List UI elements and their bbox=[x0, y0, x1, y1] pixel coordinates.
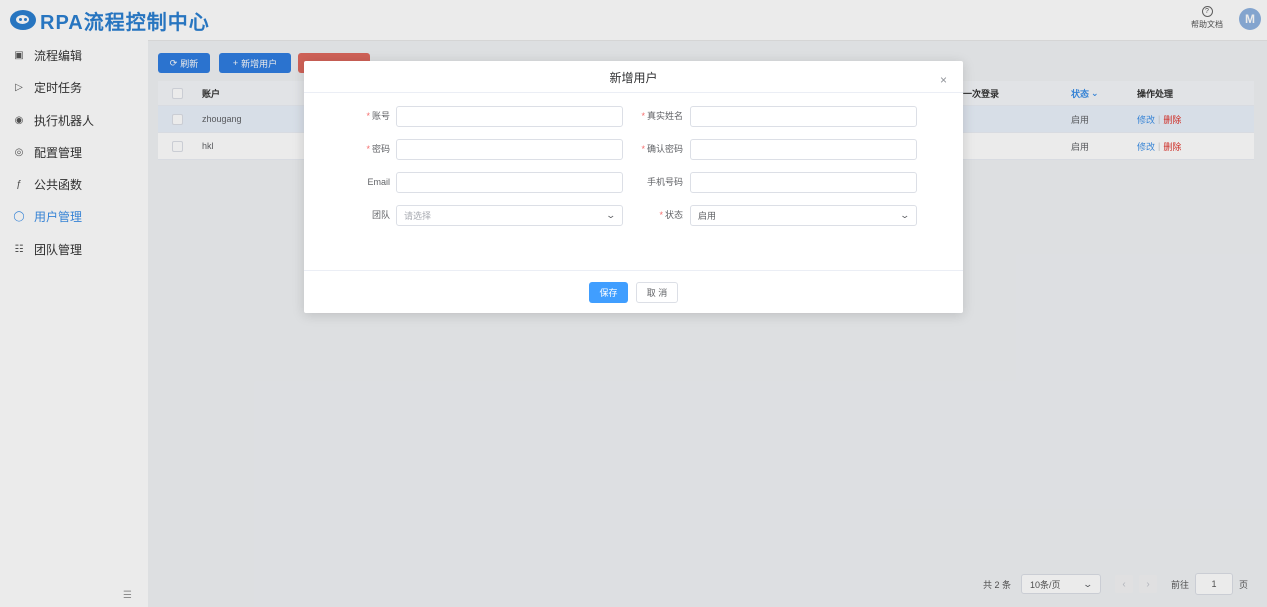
account-label: * 账号 bbox=[366, 111, 390, 121]
phone-field[interactable] bbox=[690, 172, 917, 193]
chevron-down-icon: ⌄ bbox=[899, 210, 911, 220]
save-button[interactable]: 保存 bbox=[589, 282, 628, 303]
status-value: 启用 bbox=[698, 211, 717, 221]
close-icon[interactable]: × bbox=[940, 73, 947, 87]
confirm-password-input[interactable] bbox=[690, 139, 917, 160]
realname-label: * 真实姓名 bbox=[641, 111, 683, 121]
account-label-text: 账号 bbox=[371, 111, 390, 121]
confirm-password-label: * 确认密码 bbox=[641, 144, 683, 154]
dialog-title: 新增用户 bbox=[609, 71, 658, 85]
password-label-text: 密码 bbox=[371, 144, 390, 154]
team-select[interactable]: 请选择 ⌄ bbox=[396, 205, 623, 226]
password-label: * 密码 bbox=[366, 144, 390, 154]
divider bbox=[304, 92, 963, 93]
status-label-text: 状态 bbox=[664, 210, 683, 220]
realname-label-text: 真实姓名 bbox=[646, 111, 683, 121]
realname-input[interactable] bbox=[690, 106, 917, 127]
divider bbox=[304, 270, 963, 271]
phone-label: 手机号码 bbox=[646, 177, 683, 187]
account-input[interactable] bbox=[396, 106, 623, 127]
cancel-button[interactable]: 取 消 bbox=[636, 282, 678, 303]
status-select[interactable]: 启用 ⌄ bbox=[690, 205, 917, 226]
team-label: 团队 bbox=[371, 210, 390, 220]
confirm-password-label-text: 确认密码 bbox=[646, 144, 683, 154]
email-field[interactable] bbox=[396, 172, 623, 193]
status-label: * 状态 bbox=[659, 210, 683, 220]
password-input[interactable] bbox=[396, 139, 623, 160]
add-user-dialog: 新增用户 × * 账号 * 真实姓名 * 密码 * 确认密码 Email 手机号码 团队… bbox=[304, 61, 963, 313]
team-placeholder: 请选择 bbox=[404, 211, 432, 221]
email-label: Email bbox=[367, 177, 390, 187]
